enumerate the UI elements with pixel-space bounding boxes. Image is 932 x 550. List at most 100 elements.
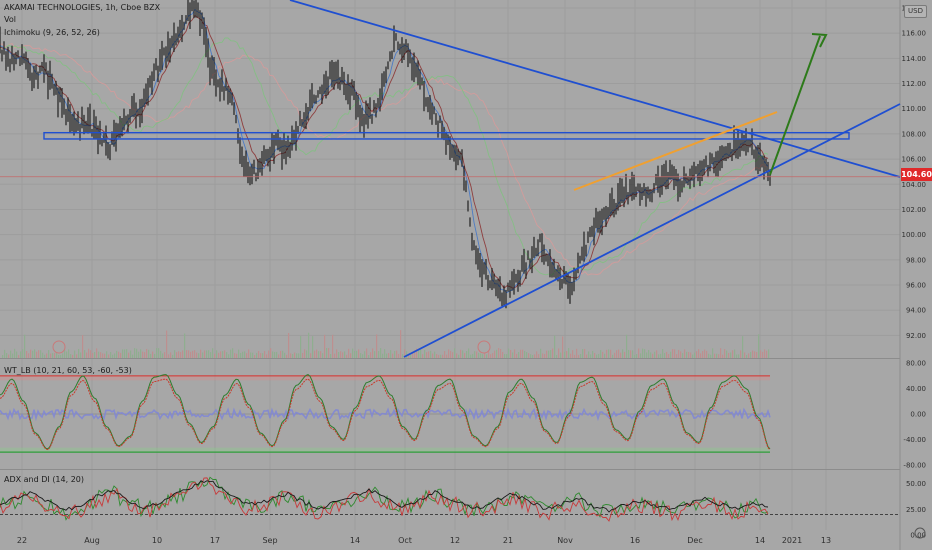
volume-bar	[184, 333, 186, 358]
volume-bar	[576, 348, 578, 358]
volume-bar	[644, 349, 646, 358]
volume-bar	[680, 351, 682, 358]
volume-bar	[464, 353, 466, 358]
volume-bar	[606, 349, 608, 358]
volume-bar	[508, 348, 510, 358]
volume-bar	[108, 354, 110, 358]
volume-bar	[44, 354, 46, 358]
time-axis-label: 2021	[782, 536, 802, 545]
volume-bar	[154, 353, 156, 358]
volume-bar	[22, 349, 24, 358]
volume-bar	[148, 349, 150, 358]
volume-bar	[18, 354, 20, 358]
volume-bar	[26, 351, 28, 358]
time-axis-label: 22	[17, 536, 27, 545]
volume-bar	[636, 354, 638, 358]
volume-bar	[64, 350, 66, 358]
volume-bar	[46, 353, 48, 358]
volume-bar	[270, 348, 272, 358]
volume-bar	[574, 354, 576, 358]
volume-bar	[182, 350, 184, 358]
volume-bar	[40, 350, 42, 358]
volume-bar	[418, 350, 420, 358]
volume-bar	[278, 354, 280, 358]
volume-bar	[540, 348, 542, 358]
time-axis-label: 14	[755, 536, 765, 545]
volume-bar	[616, 350, 618, 358]
volume-bar	[100, 352, 102, 358]
volume-bar	[128, 352, 130, 358]
volume-bar	[558, 348, 560, 358]
volume-bar	[444, 351, 446, 358]
volume-bar	[668, 354, 670, 358]
volume-bar	[492, 353, 494, 358]
currency-badge[interactable]: USD	[904, 5, 927, 18]
price-axis-label: 106.00	[902, 156, 927, 164]
volume-bar	[104, 353, 106, 358]
volume-bar	[306, 350, 308, 358]
volume-bar	[626, 334, 628, 358]
pane-separator[interactable]	[0, 358, 900, 359]
oversold-band	[0, 447, 770, 453]
volume-bar	[282, 350, 284, 358]
volume-bar	[272, 351, 274, 358]
volume-bar	[756, 352, 758, 358]
trading-chart[interactable]: 118.00116.00114.00112.00110.00108.00106.…	[0, 0, 932, 550]
volume-bar	[248, 349, 250, 358]
volume-bar	[506, 354, 508, 358]
volume-bar	[98, 351, 100, 358]
volume-bar	[372, 348, 374, 358]
volume-bar	[742, 336, 744, 358]
time-axis-label: 12	[450, 536, 460, 545]
volume-bar	[226, 352, 228, 358]
volume-bar	[350, 353, 352, 358]
volume-bar	[214, 353, 216, 358]
volume-bar	[352, 348, 354, 358]
price-axis-label: 108.00	[902, 130, 927, 138]
volume-bar	[192, 350, 194, 358]
volume-bar	[32, 350, 34, 358]
volume-bar	[424, 349, 426, 358]
volume-bar	[144, 352, 146, 358]
volume-bar	[50, 353, 52, 358]
price-axis-label: 112.00	[902, 80, 927, 88]
volume-bar	[452, 352, 454, 358]
volume-bar	[602, 351, 604, 358]
pane-separator[interactable]	[0, 469, 900, 470]
volume-bar	[536, 351, 538, 358]
volume-bar	[670, 351, 672, 358]
volume-bar	[422, 354, 424, 358]
volume-bar	[494, 350, 496, 358]
volume-bar	[200, 349, 202, 358]
volume-bar	[724, 349, 726, 358]
volume-bar	[224, 350, 226, 358]
volume-bar	[624, 351, 626, 358]
volume-bar	[116, 350, 118, 358]
volume-bar	[348, 348, 350, 358]
volume-bar	[538, 354, 540, 358]
volume-bar	[706, 350, 708, 358]
volume-bar	[314, 350, 316, 358]
volume-bar	[702, 351, 704, 358]
volume-bar	[568, 348, 570, 358]
volume-bar	[256, 352, 258, 358]
volume-bar	[388, 352, 390, 358]
volume-bar	[328, 348, 330, 358]
volume-bar	[608, 349, 610, 358]
volume-bar	[284, 352, 286, 358]
volume-bar	[588, 351, 590, 358]
volume-bar	[466, 351, 468, 358]
volume-bar	[14, 348, 16, 358]
volume-bar	[432, 353, 434, 358]
volume-bar	[336, 349, 338, 358]
volume-bar	[618, 349, 620, 358]
volume-bar	[436, 354, 438, 358]
volume-bar	[556, 354, 558, 358]
volume-bar	[76, 354, 78, 358]
volume-bar	[82, 335, 84, 358]
volume-bar	[34, 349, 36, 358]
volume-bar	[476, 351, 478, 358]
volume-bar	[490, 354, 492, 358]
volume-bar	[672, 349, 674, 358]
oscillator-axis-label: 0.00	[910, 411, 926, 419]
